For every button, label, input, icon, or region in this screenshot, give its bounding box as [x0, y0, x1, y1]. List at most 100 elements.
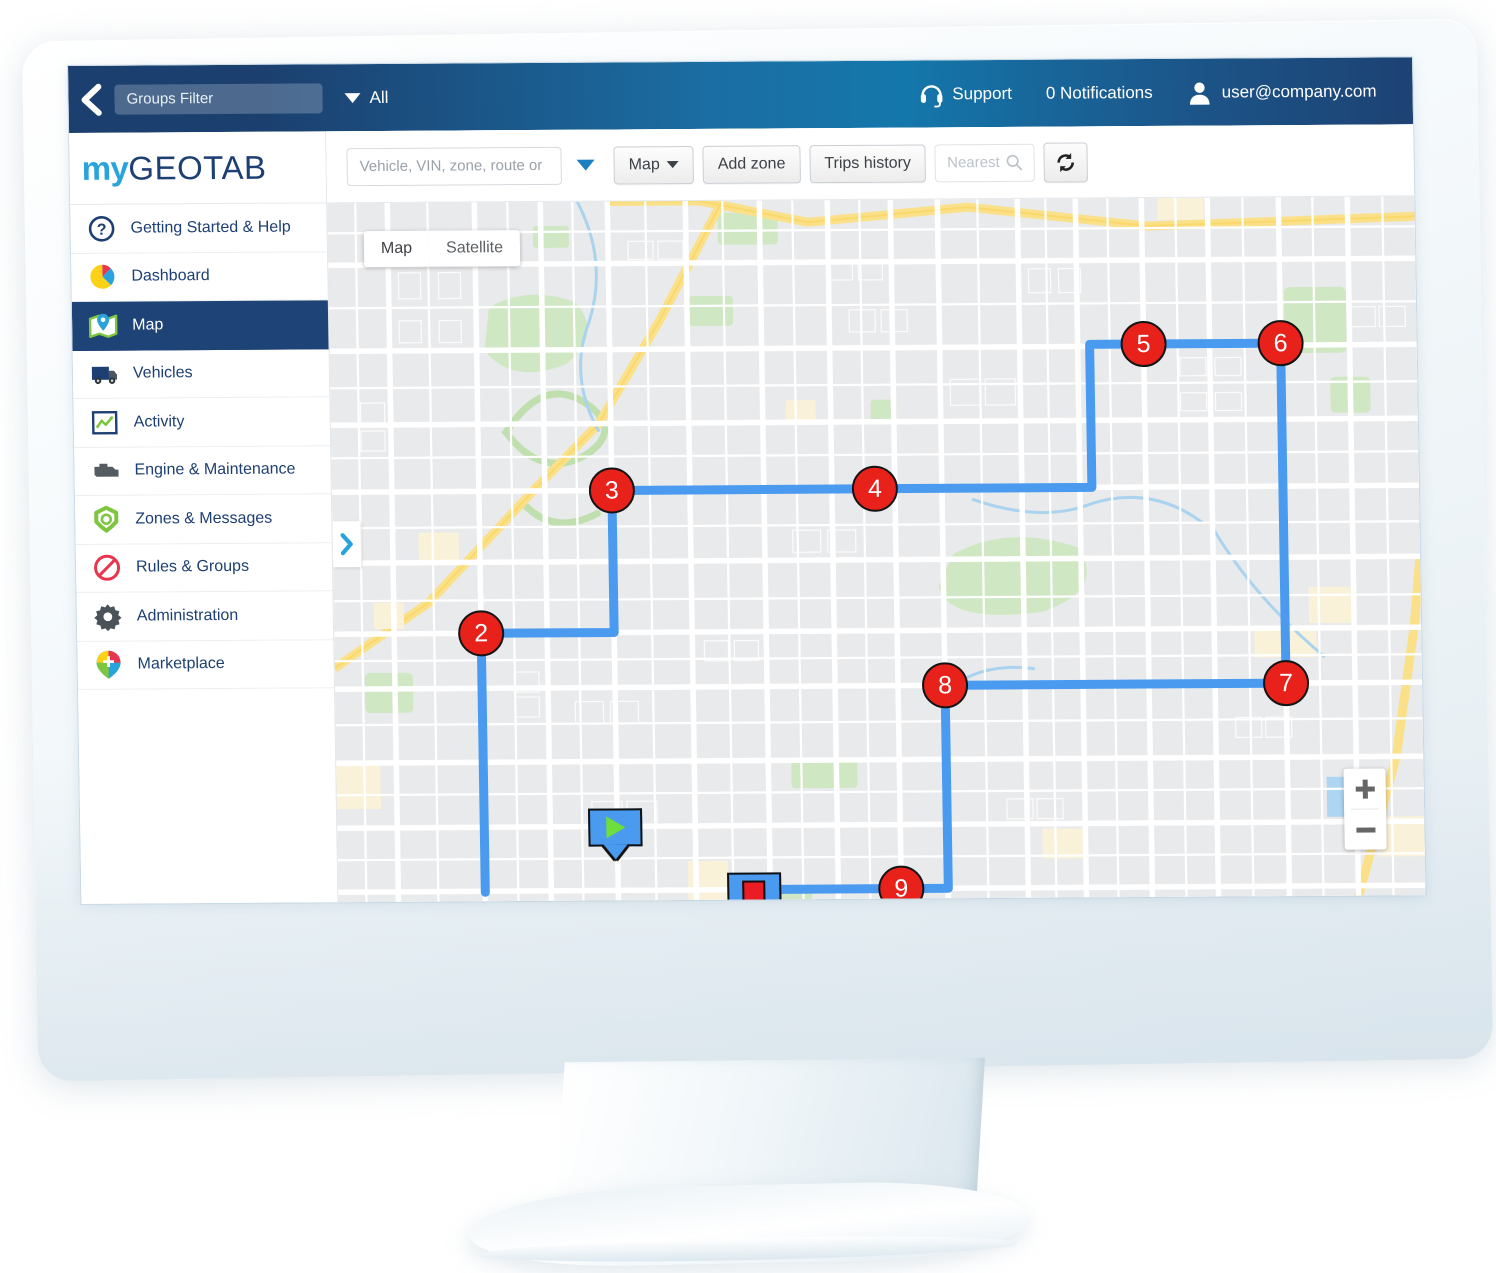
- route-stop-marker[interactable]: 2: [457, 610, 505, 657]
- map-mode-button[interactable]: Map: [613, 145, 695, 184]
- sidebar-item-activity[interactable]: Activity: [73, 397, 331, 448]
- sidebar-item-label: Rules & Groups: [135, 558, 250, 576]
- stop-label: 8: [937, 670, 953, 699]
- stop-label: 2: [473, 618, 489, 647]
- route-stop-marker[interactable]: 4: [851, 465, 899, 512]
- support-label: Support: [952, 83, 1013, 103]
- route-stop-marker[interactable]: 5: [1120, 320, 1167, 368]
- caret-down-icon: [666, 161, 679, 169]
- stop-label: 6: [1273, 328, 1288, 357]
- plus-icon: [1355, 779, 1374, 798]
- zone-gear-icon: [91, 504, 121, 534]
- trips-history-button[interactable]: Trips history: [809, 143, 927, 183]
- map-zoom-controls[interactable]: [1343, 768, 1387, 850]
- stop-icon: [742, 880, 766, 903]
- screen: Groups Filter All Support 0 Notification…: [68, 57, 1426, 904]
- headset-icon: [919, 81, 943, 107]
- stop-label: 3: [604, 475, 620, 505]
- user-email-label: user@company.com: [1221, 81, 1377, 102]
- stop-label: 4: [867, 474, 883, 503]
- refresh-button[interactable]: [1043, 141, 1089, 183]
- top-header-bar: Groups Filter All Support 0 Notification…: [68, 57, 1414, 133]
- sidebar-item-label: Vehicles: [132, 364, 193, 382]
- map-type-option-satellite[interactable]: Satellite: [428, 230, 521, 267]
- map-tiles: [327, 196, 1426, 903]
- nearest-search-input[interactable]: Nearest: [934, 143, 1036, 182]
- sidebar-item-label: Activity: [133, 412, 185, 431]
- sidebar-item-label: Map: [132, 316, 164, 334]
- sidebar: myGEOTAB ? Getting Started & Help Dashbo…: [69, 131, 339, 904]
- zoom-out-button[interactable]: [1344, 809, 1387, 849]
- sidebar-item-zones-messages[interactable]: Zones & Messages: [74, 494, 332, 545]
- magnifier-icon: [1006, 154, 1023, 171]
- zoom-in-button[interactable]: [1343, 768, 1386, 808]
- stop-label: 9: [894, 874, 909, 903]
- sidebar-item-vehicles[interactable]: Vehicles: [72, 348, 330, 399]
- route-stop-marker[interactable]: 7: [1262, 659, 1310, 707]
- play-icon: [606, 816, 626, 839]
- sidebar-item-dashboard[interactable]: Dashboard: [71, 251, 328, 302]
- sidebar-item-label: Engine & Maintenance: [134, 460, 296, 479]
- stop-label: 5: [1136, 329, 1151, 358]
- notifications-label: 0 Notifications: [1045, 82, 1153, 103]
- refresh-icon: [1055, 151, 1077, 173]
- search-dropdown-caret-icon[interactable]: [576, 159, 595, 171]
- sidebar-item-label: Zones & Messages: [135, 509, 273, 528]
- nearest-placeholder: Nearest: [947, 153, 1000, 172]
- panel-expand-button[interactable]: [332, 521, 362, 568]
- gear-icon: [93, 601, 123, 631]
- sidebar-item-label: Marketplace: [137, 655, 225, 673]
- support-button[interactable]: Support: [919, 80, 1012, 107]
- group-scope-dropdown[interactable]: All: [344, 87, 389, 107]
- minus-icon: [1356, 820, 1375, 839]
- brand-my: my: [81, 149, 129, 187]
- sidebar-item-administration[interactable]: Administration: [76, 591, 334, 642]
- search-input[interactable]: Vehicle, VIN, zone, route or: [346, 146, 562, 186]
- chevron-right-icon: [339, 532, 355, 556]
- monitor-scene: Groups Filter All Support 0 Notification…: [0, 0, 1496, 1273]
- header-actions: Support 0 Notifications user@company.com: [919, 78, 1413, 107]
- no-entry-icon: [92, 553, 122, 583]
- add-zone-button[interactable]: Add zone: [702, 144, 801, 184]
- sidebar-item-label: Getting Started & Help: [130, 218, 291, 237]
- sidebar-item-label: Dashboard: [131, 267, 210, 285]
- app-body: myGEOTAB ? Getting Started & Help Dashbo…: [69, 124, 1426, 904]
- brand-logo[interactable]: myGEOTAB: [69, 131, 327, 205]
- truck-icon: [89, 359, 119, 389]
- sidebar-item-marketplace[interactable]: Marketplace: [77, 639, 335, 690]
- route-stop-marker[interactable]: 6: [1257, 320, 1304, 367]
- map-toolbar: Vehicle, VIN, zone, route or Map Add zon…: [326, 124, 1415, 204]
- sidebar-item-getting-started[interactable]: ? Getting Started & Help: [70, 203, 328, 254]
- sidebar-item-engine-maintenance[interactable]: Engine & Maintenance: [74, 445, 331, 496]
- notifications-button[interactable]: 0 Notifications: [1046, 82, 1153, 103]
- marketplace-pin-icon: [93, 650, 123, 680]
- avatar: [1186, 79, 1212, 105]
- question-circle-icon: ?: [86, 213, 116, 243]
- groups-filter-text: Groups Filter: [126, 90, 214, 108]
- add-zone-label: Add zone: [717, 154, 786, 173]
- engine-icon: [90, 456, 120, 486]
- vehicle-marker-stopped[interactable]: [727, 872, 782, 903]
- user-menu[interactable]: user@company.com: [1186, 78, 1377, 105]
- sidebar-item-map[interactable]: Map: [71, 300, 329, 351]
- map-type-toggle[interactable]: Map Satellite: [363, 230, 521, 268]
- group-scope-label: All: [369, 87, 389, 107]
- activity-chart-icon: [89, 407, 119, 437]
- route-stop-marker[interactable]: 8: [921, 662, 969, 709]
- vehicle-marker-moving[interactable]: [587, 808, 643, 860]
- map-type-option-map[interactable]: Map: [363, 230, 430, 268]
- pie-chart-icon: [87, 262, 117, 292]
- stop-label: 7: [1278, 668, 1294, 697]
- route-stop-marker[interactable]: 3: [588, 467, 636, 514]
- map-pin-icon: [88, 310, 118, 340]
- sidebar-item-rules-groups[interactable]: Rules & Groups: [75, 542, 333, 593]
- caret-down-icon: [344, 92, 361, 103]
- map-mode-label: Map: [628, 155, 660, 173]
- brand-geotab: GEOTAB: [128, 148, 267, 187]
- groups-filter-input[interactable]: Groups Filter: [114, 82, 323, 115]
- search-placeholder: Vehicle, VIN, zone, route or: [359, 156, 543, 176]
- svg-text:?: ?: [97, 221, 107, 238]
- map-canvas[interactable]: Map Satellite 2 3 4 5 6 7 8 9: [327, 196, 1426, 903]
- trips-history-label: Trips history: [824, 154, 912, 172]
- chevron-left-icon[interactable]: [68, 82, 115, 116]
